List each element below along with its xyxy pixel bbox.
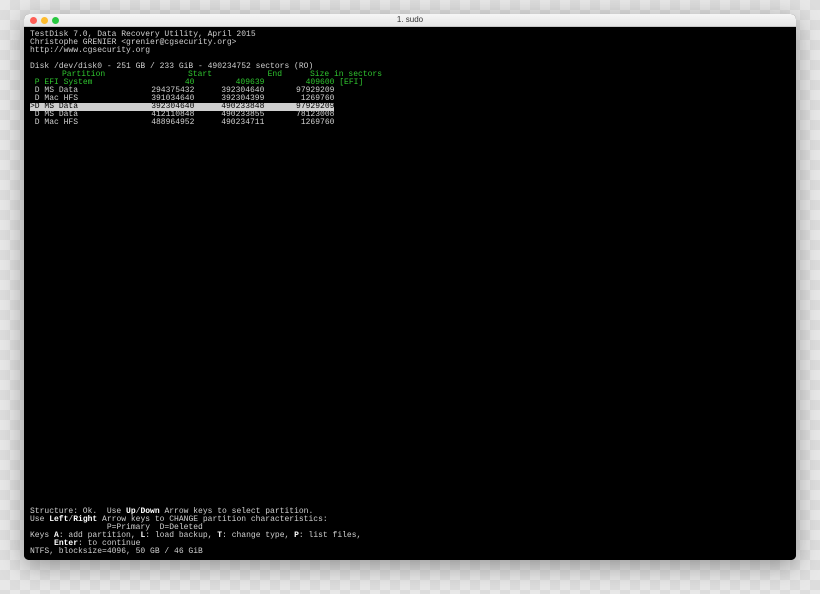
partition-row[interactable]: >D MS Data39230464049023384897929209: [30, 103, 790, 111]
window-title: 1. sudo: [24, 16, 796, 24]
terminal-body[interactable]: TestDisk 7.0, Data Recovery Utility, Apr…: [24, 27, 796, 560]
terminal-window: 1. sudo TestDisk 7.0, Data Recovery Util…: [24, 14, 796, 560]
partition-row[interactable]: D Mac HFS4889649524902347111269760: [30, 119, 790, 127]
column-headers: PartitionStartEndSize in sectors: [30, 71, 790, 79]
footer-line: NTFS, blocksize=4096, 50 GB / 46 GiB: [30, 548, 361, 556]
footer: Structure: Ok. Use Up/Down Arrow keys to…: [30, 508, 361, 556]
partition-row[interactable]: D MS Data29437543239230464097929209: [30, 87, 790, 95]
partition-row-efi[interactable]: P EFI System40409639409600 [EFI]: [30, 79, 790, 87]
titlebar[interactable]: 1. sudo: [24, 14, 796, 27]
partition-row[interactable]: D Mac HFS3910346403923043991269760: [30, 95, 790, 103]
disk-line: Disk /dev/disk0 - 251 GB / 233 GiB - 490…: [30, 63, 790, 71]
partition-row[interactable]: D MS Data41211084849023385578123008: [30, 111, 790, 119]
header-line: http://www.cgsecurity.org: [30, 47, 790, 55]
